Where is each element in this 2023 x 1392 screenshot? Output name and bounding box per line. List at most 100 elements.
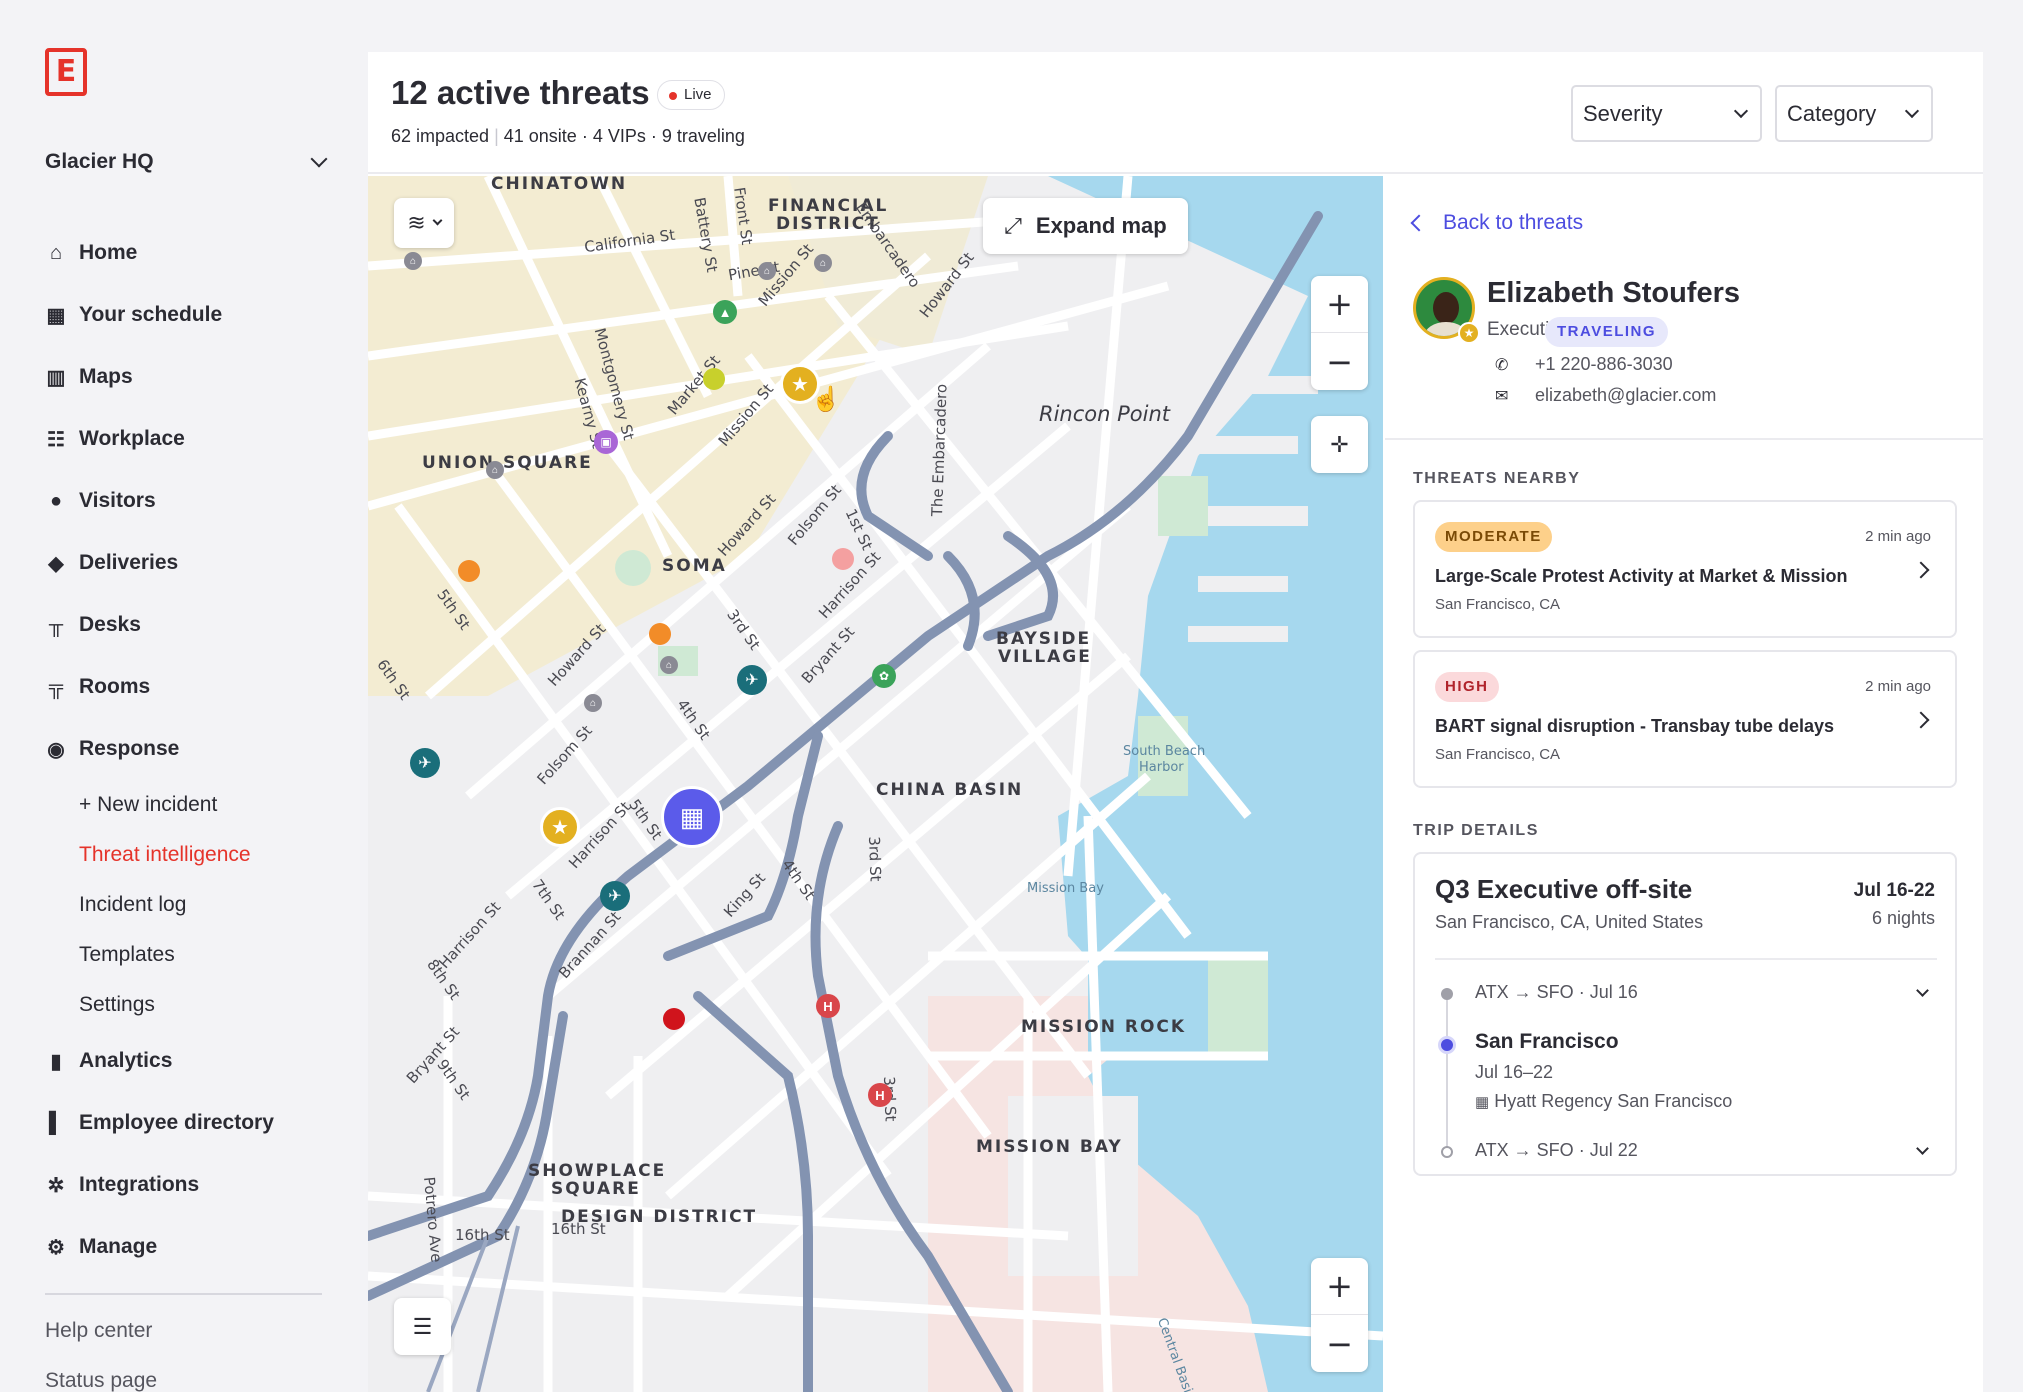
status-page-link[interactable]: Status page — [45, 1369, 157, 1392]
office-building-pin[interactable]: ▦ — [661, 786, 723, 848]
map-label-soma: SOMA — [662, 556, 727, 576]
chevron-down-icon — [1733, 103, 1749, 118]
severity-filter[interactable]: Severity — [1571, 85, 1762, 142]
sidebar-item-analytics[interactable]: ▮ Analytics — [45, 1030, 335, 1092]
status-badge: TRAVELING — [1545, 317, 1669, 347]
desk-icon: ╥ — [48, 613, 64, 636]
zoom-out-button[interactable]: − — [1311, 1315, 1368, 1372]
book-icon: ▌ — [48, 1111, 64, 1134]
chevron-right-icon — [1912, 561, 1930, 579]
sidebar-item-integrations[interactable]: ✲ Integrations — [45, 1154, 335, 1216]
main-card: 12 active threats Live 62 impacted | 41 … — [368, 52, 1983, 1392]
vip-star-pin[interactable]: ★ — [540, 807, 580, 847]
stat-traveling: 9 traveling — [661, 126, 745, 146]
layers-icon: ≋ — [407, 210, 426, 235]
sidebar-subitem-new-incident[interactable]: + New incident — [45, 780, 335, 830]
threat-pin[interactable] — [458, 560, 480, 582]
person-name: Elizabeth Stoufers — [1487, 277, 1740, 309]
live-badge: Live — [657, 80, 725, 110]
map-label-mission-bay: MISSION BAY — [976, 1137, 1123, 1157]
severity-badge: MODERATE — [1435, 522, 1552, 552]
grid-list-icon: ☷ — [47, 428, 65, 451]
airplane-icon[interactable]: ✈ — [410, 748, 440, 778]
threats-nearby-heading: THREATS NEARBY — [1413, 470, 1581, 487]
return-flight[interactable]: ATX → SFO · Jul 22 — [1475, 1140, 1638, 1161]
building-icon: ▦ — [1475, 1094, 1490, 1111]
trip-card: Q3 Executive off-site San Francisco, CA,… — [1413, 852, 1957, 1176]
trip-dates: Jul 16-22 — [1853, 880, 1935, 901]
person-detail-panel: Back to threats ★ Elizabeth Stoufers Exe… — [1385, 176, 1983, 1392]
outbound-flight[interactable]: ATX → SFO · Jul 16 — [1475, 982, 1638, 1003]
zoom-controls-bottom: + − — [1311, 1258, 1368, 1372]
threat-card[interactable]: HIGH 2 min ago BART signal disruption - … — [1413, 650, 1957, 788]
sidebar-item-rooms[interactable]: ╦ Rooms — [45, 656, 335, 718]
stat-vips: 4 VIPs — [592, 126, 646, 146]
sidebar-subitem-settings[interactable]: Settings — [45, 980, 335, 1030]
org-switcher[interactable]: Glacier HQ — [45, 150, 328, 174]
map-label-square: SQUARE — [551, 1179, 641, 1199]
sidebar-divider — [45, 1293, 322, 1295]
integrations-icon: ✲ — [47, 1174, 65, 1197]
zoom-in-button[interactable]: + — [1311, 276, 1368, 333]
back-to-threats-link[interactable]: Back to threats — [1410, 211, 1583, 235]
poi-home-icon: ⌂ — [404, 252, 422, 270]
sidebar-item-desks[interactable]: ╥ Desks — [45, 594, 335, 656]
map-label-mission-rock: MISSION ROCK — [1021, 1017, 1187, 1037]
mail-icon: ✉ — [1495, 387, 1509, 405]
threat-time: 2 min ago — [1865, 528, 1931, 545]
sidebar-item-home[interactable]: ⌂ Home — [45, 222, 335, 284]
chevron-down-icon[interactable] — [1916, 1142, 1929, 1155]
threat-pin[interactable] — [832, 548, 854, 570]
poi-home-icon: ⌂ — [486, 461, 504, 479]
map-label-village: VILLAGE — [998, 647, 1092, 667]
expand-map-button[interactable]: ⤢ Expand map — [983, 198, 1188, 254]
trip-title: Q3 Executive off-site — [1435, 874, 1693, 904]
chevron-down-icon — [1904, 103, 1920, 118]
sidebar-item-response[interactable]: ◉ Response — [45, 718, 335, 780]
airplane-icon[interactable]: ✈ — [737, 665, 767, 695]
chevron-down-icon — [432, 215, 443, 225]
threat-pin[interactable] — [663, 1008, 685, 1030]
sidebar-item-visitors[interactable]: ● Visitors — [45, 470, 335, 532]
sidebar-subitem-threat-intelligence[interactable]: Threat intelligence — [45, 830, 335, 880]
app-logo[interactable]: E — [45, 48, 87, 96]
poi-home-icon: ⌂ — [814, 254, 832, 272]
sidebar-item-deliveries[interactable]: ◆ Deliveries — [45, 532, 335, 594]
sidebar-item-schedule[interactable]: ▦ Your schedule — [45, 284, 335, 346]
park-tree-icon: ▲ — [713, 300, 737, 324]
sidebar-subitem-templates[interactable]: Templates — [45, 930, 335, 980]
sidebar-item-maps[interactable]: ▥ Maps — [45, 346, 335, 408]
zoom-in-button[interactable]: + — [1311, 1258, 1368, 1315]
compress-arrows-icon: ✛ — [1330, 431, 1349, 457]
chevron-down-icon[interactable] — [1916, 984, 1929, 997]
threat-title: BART signal disruption - Transbay tube d… — [1435, 716, 1835, 736]
map-label-chinatown: CHINATOWN — [491, 176, 628, 194]
poi-home-icon: ⌂ — [584, 694, 602, 712]
timeline-dot — [1441, 1146, 1453, 1158]
map-layers-button[interactable]: ≋ — [394, 198, 454, 248]
threat-pin[interactable] — [703, 368, 725, 390]
sidebar-item-workplace[interactable]: ☷ Workplace — [45, 408, 335, 470]
person-email[interactable]: ✉ elizabeth@glacier.com — [1495, 385, 1716, 406]
divider — [1385, 438, 1983, 440]
vip-star-icon: ★ — [1458, 322, 1480, 344]
airplane-icon[interactable]: ✈ — [600, 881, 630, 911]
threat-map[interactable]: CHINATOWN FINANCIAL DISTRICT UNION SQUAR… — [368, 176, 1383, 1392]
help-center-link[interactable]: Help center — [45, 1319, 152, 1343]
hospital-icon: H — [868, 1083, 892, 1107]
threat-card[interactable]: MODERATE 2 min ago Large-Scale Protest A… — [1413, 500, 1957, 638]
sidebar-subitem-incident-log[interactable]: Incident log — [45, 880, 335, 930]
list-view-button[interactable]: ☰ — [394, 1298, 451, 1355]
category-filter[interactable]: Category — [1775, 85, 1933, 142]
room-icon: ╦ — [48, 675, 64, 698]
bar-chart-icon: ▮ — [50, 1050, 62, 1073]
threat-pin[interactable] — [649, 623, 671, 645]
sidebar-item-manage[interactable]: ⚙ Manage — [45, 1216, 335, 1278]
threat-time: 2 min ago — [1865, 678, 1931, 695]
recenter-button[interactable]: ✛ — [1311, 416, 1368, 473]
person-phone[interactable]: ✆ +1 220-886-3030 — [1495, 354, 1673, 375]
trip-details-heading: TRIP DETAILS — [1413, 822, 1539, 839]
zoom-out-button[interactable]: − — [1311, 333, 1368, 390]
threats-header: 12 active threats Live 62 impacted | 41 … — [368, 52, 1983, 174]
sidebar-item-employee-directory[interactable]: ▌ Employee directory — [45, 1092, 335, 1154]
